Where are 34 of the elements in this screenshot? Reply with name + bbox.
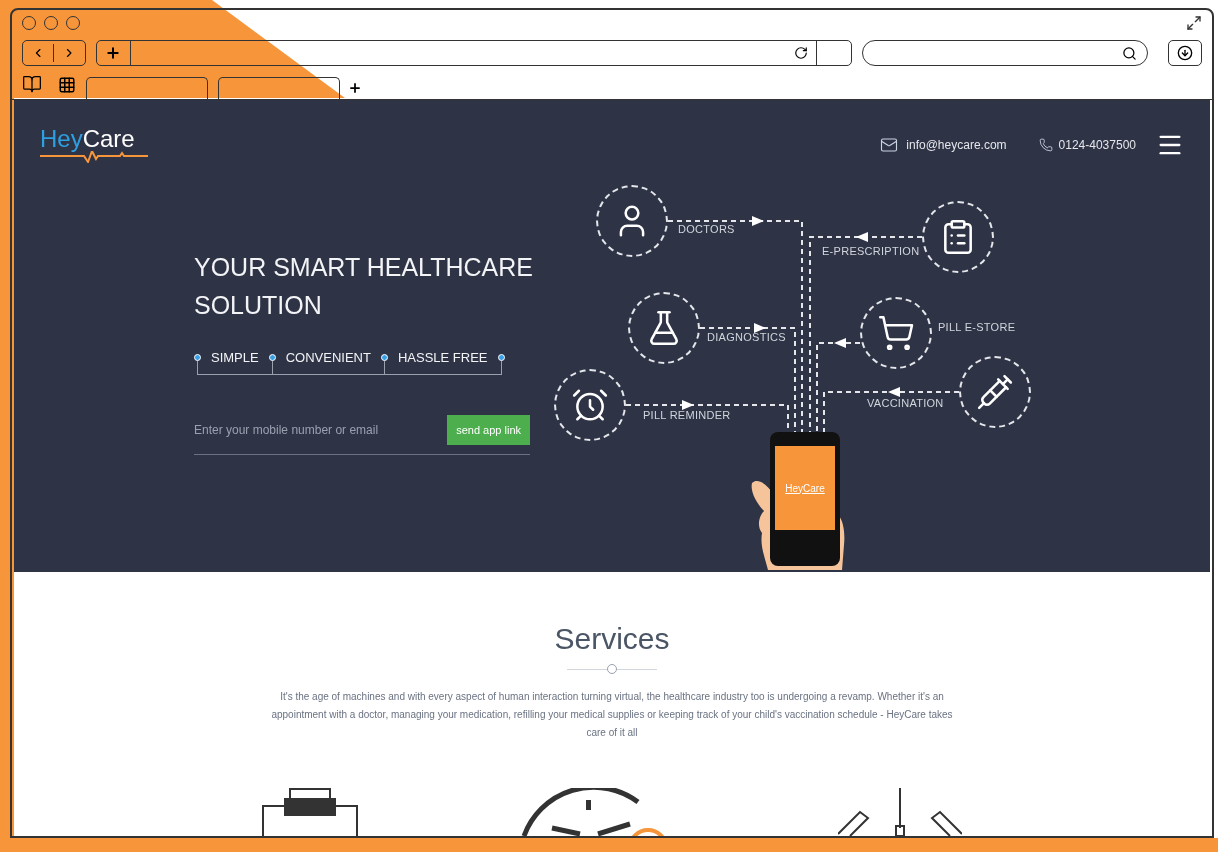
service-label: PILL REMINDER [643, 408, 731, 423]
section-description: It's the age of machines and with every aspect of human interaction turning virtual, the healthcare industry too is undergoing a revamp. Whether it's an appointment with a doctor, managing your medication, refilling your medical supplies or keeping track of your child's vaccination schedule - HeyCare takes care of it all [270, 690, 954, 740]
reload-icon[interactable] [794, 46, 809, 60]
feature-label: HASSLE FREE [396, 354, 489, 362]
feature-label: SIMPLE [210, 354, 260, 362]
phone-logo: HeyCare [785, 481, 825, 496]
service-label: PILL E-STORE [938, 320, 1016, 335]
bookmarks-icon[interactable] [22, 74, 42, 94]
service-label: DOCTORS [678, 222, 735, 237]
headline: YOUR SMART HEALTHCARE SOLUTION [194, 252, 534, 321]
resize-icon[interactable] [1186, 15, 1202, 31]
section-title: Services [554, 624, 670, 654]
service-label: DIAGNOSTICS [707, 330, 786, 345]
download-button[interactable] [1168, 40, 1202, 66]
cart-icon [877, 314, 915, 352]
heartbeat-line-icon [40, 151, 148, 163]
email-link[interactable]: info@heycare.com [906, 136, 1007, 154]
browser-tab[interactable] [218, 77, 340, 99]
browser-tab[interactable] [86, 77, 208, 99]
service-label: E-PRESCRIPTION [822, 244, 920, 259]
phone-icon [1038, 138, 1053, 152]
address-bar[interactable] [95, 40, 852, 66]
add-tab-icon[interactable] [348, 81, 362, 95]
phone-number[interactable]: 0124-4037500 [1058, 136, 1136, 154]
contact-input[interactable]: Enter your mobile number or email [194, 421, 448, 439]
syringe-icon [976, 373, 1014, 411]
feature-label: CONVENIENT [284, 354, 372, 362]
nav-buttons[interactable] [22, 40, 86, 66]
download-icon [1177, 45, 1194, 61]
mail-icon [880, 136, 899, 154]
service-label: VACCINATION [867, 396, 944, 411]
search-icon [1122, 45, 1138, 61]
grid-icon[interactable] [58, 76, 76, 94]
logo-text[interactable]: HeyCare [40, 127, 148, 151]
